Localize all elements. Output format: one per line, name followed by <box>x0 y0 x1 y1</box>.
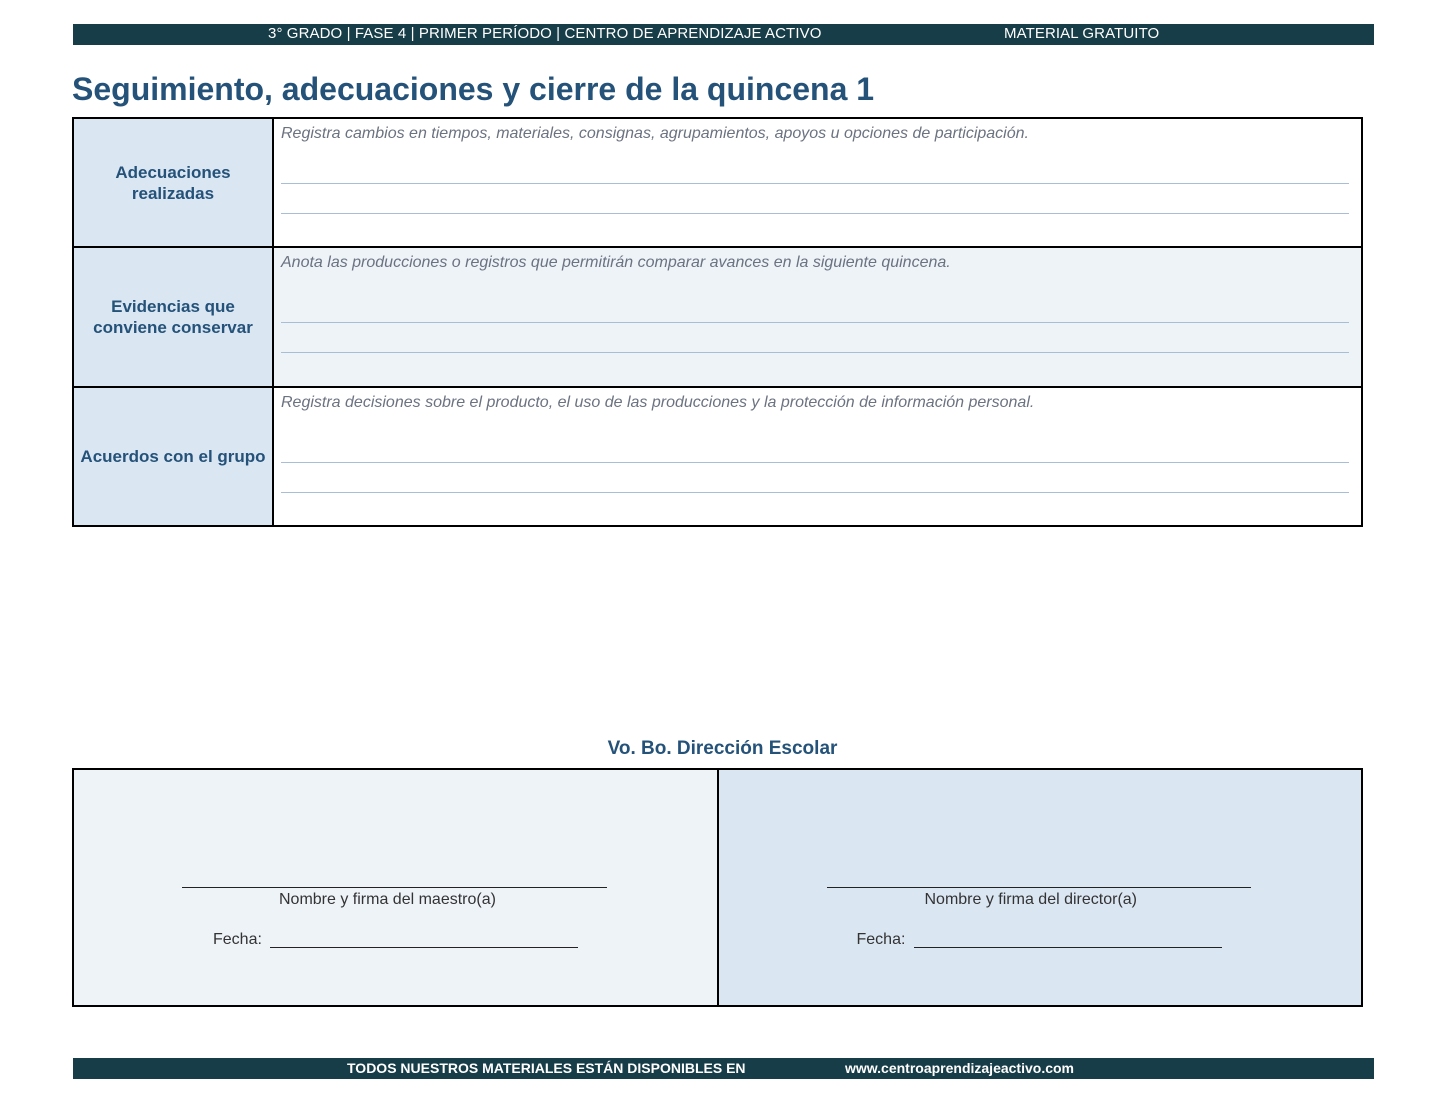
director-signature-line <box>826 887 1251 888</box>
header-free-material: MATERIAL GRATUITO <box>1004 25 1160 42</box>
writing-line <box>281 352 1349 353</box>
footer-url-link[interactable]: www.centroaprendizajeactivo.com <box>845 1060 1074 1076</box>
director-date-line[interactable] <box>913 947 1222 948</box>
row-label-evidencias: Evidencias que conviene conservar <box>72 246 274 388</box>
footer-text: TODOS NUESTROS MATERIALES ESTÁN DISPONIB… <box>347 1060 746 1076</box>
row-label-acuerdos: Acuerdos con el grupo <box>72 386 274 527</box>
writing-line <box>281 462 1349 463</box>
page-title: Seguimiento, adecuaciones y cierre de la… <box>72 71 875 107</box>
header-info: 3° GRADO | FASE 4 | PRIMER PERÍODO | CEN… <box>268 25 822 42</box>
header-bar: 3° GRADO | FASE 4 | PRIMER PERÍODO | CEN… <box>73 24 1374 45</box>
teacher-signature-label: Nombre y firma del maestro(a) <box>279 891 496 908</box>
director-signature-area[interactable]: Nombre y firma del director(a) Fecha: <box>718 770 1361 1005</box>
table-row: Adecuaciones realizadas Registra cambios… <box>72 117 1363 248</box>
followup-table: Adecuaciones realizadas Registra cambios… <box>72 117 1363 527</box>
row-field-evidencias[interactable]: Anota las producciones o registros que p… <box>272 246 1363 388</box>
table-row: Evidencias que conviene conservar Anota … <box>72 246 1363 388</box>
row-hint: Registra cambios en tiempos, materiales,… <box>281 125 1029 142</box>
teacher-date-label: Fecha: <box>213 931 262 948</box>
row-label-adecuaciones: Adecuaciones realizadas <box>72 117 274 248</box>
writing-line <box>281 492 1349 493</box>
teacher-signature-area[interactable]: Nombre y firma del maestro(a) Fecha: <box>74 770 719 1005</box>
director-date-label: Fecha: <box>856 931 906 948</box>
signature-box: Nombre y firma del maestro(a) Fecha: Nom… <box>72 768 1363 1007</box>
row-field-acuerdos[interactable]: Registra decisiones sobre el producto, e… <box>272 386 1363 527</box>
writing-line <box>281 183 1349 184</box>
approval-heading: Vo. Bo. Dirección Escolar <box>607 738 838 759</box>
footer-bar: TODOS NUESTROS MATERIALES ESTÁN DISPONIB… <box>73 1058 1374 1079</box>
table-row: Acuerdos con el grupo Registra decisione… <box>72 386 1363 527</box>
director-signature-label: Nombre y firma del director(a) <box>924 891 1138 908</box>
row-field-adecuaciones[interactable]: Registra cambios en tiempos, materiales,… <box>272 117 1363 248</box>
teacher-signature-line <box>182 887 607 888</box>
row-hint: Anota las producciones o registros que p… <box>281 254 951 271</box>
teacher-date-line[interactable] <box>270 947 578 948</box>
writing-line <box>281 322 1349 323</box>
row-hint: Registra decisiones sobre el producto, e… <box>281 394 1035 411</box>
writing-line <box>281 213 1349 214</box>
